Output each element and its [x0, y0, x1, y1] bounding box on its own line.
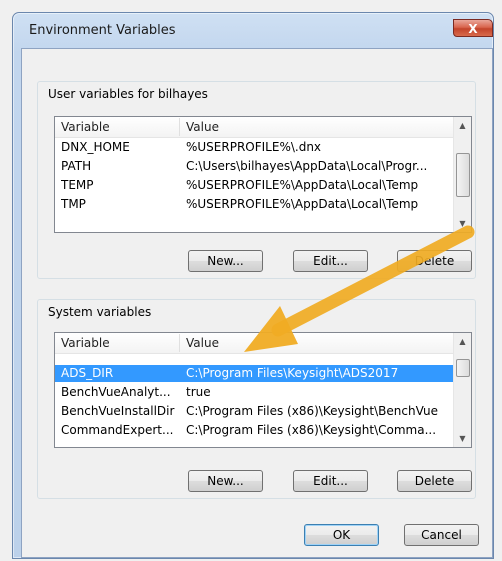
scroll-up-icon[interactable]: ▲: [454, 117, 471, 134]
scrollbar-thumb[interactable]: [456, 359, 470, 377]
column-header-value[interactable]: Value: [186, 336, 219, 350]
table-row[interactable]: TMP %USERPROFILE%\AppData\Local\Temp: [55, 196, 453, 213]
table-row[interactable]: PATH C:\Users\bilhayes\AppData\Local\Pro…: [55, 158, 453, 175]
variable-value: %USERPROFILE%\AppData\Local\Temp: [186, 197, 419, 211]
variable-value: C:\Program Files\Keysight\ADS2017: [186, 366, 399, 380]
scrollbar-thumb[interactable]: [456, 153, 470, 197]
table-row[interactable]: BenchVueInstallDir C:\Program Files (x86…: [55, 403, 453, 420]
column-header-value[interactable]: Value: [186, 120, 219, 134]
vertical-scrollbar[interactable]: ▲ ▼: [453, 117, 471, 232]
system-delete-button[interactable]: Delete: [397, 470, 472, 492]
system-new-button[interactable]: New...: [188, 470, 263, 492]
variable-value: C:\Program Files (x86)\Keysight\BenchVue: [186, 404, 438, 418]
list-header: Variable Value: [55, 333, 453, 354]
scroll-down-icon[interactable]: ▼: [454, 215, 471, 232]
system-variables-list[interactable]: Variable Value ADS_DIR C:\Program Files\…: [54, 332, 472, 448]
variable-value: true: [186, 385, 211, 399]
vertical-scrollbar[interactable]: ▲ ▼: [453, 333, 471, 447]
variable-name: ADS_DIR: [61, 366, 114, 380]
variable-value: C:\Program Files (x86)\Keysight\Comma...: [186, 423, 437, 437]
system-variables-label: System variables: [48, 305, 152, 319]
table-row[interactable]: TEMP %USERPROFILE%\AppData\Local\Temp: [55, 177, 453, 194]
column-divider[interactable]: [179, 334, 180, 352]
variable-value: %USERPROFILE%\.dnx: [186, 140, 322, 154]
variable-name: PATH: [61, 159, 92, 173]
table-row[interactable]: DNX_HOME %USERPROFILE%\.dnx: [55, 139, 453, 156]
dialog-title: Environment Variables: [29, 23, 176, 38]
scroll-down-icon[interactable]: ▼: [454, 430, 471, 447]
variable-name: TMP: [61, 197, 86, 211]
close-button[interactable]: X: [453, 19, 493, 37]
ok-button[interactable]: OK: [304, 524, 379, 546]
variable-value: C:\Users\bilhayes\AppData\Local\Progr...: [186, 159, 428, 173]
variable-name: BenchVueInstallDir: [61, 404, 175, 418]
variable-name: BenchVueAnalyt...: [61, 385, 171, 399]
column-header-variable[interactable]: Variable: [61, 336, 110, 350]
variable-name: TEMP: [61, 178, 94, 192]
user-edit-button[interactable]: Edit...: [293, 250, 368, 272]
user-delete-button[interactable]: Delete: [397, 250, 472, 272]
dialog-window: Environment Variables X User variables f…: [12, 12, 494, 559]
variable-name: DNX_HOME: [61, 140, 130, 154]
variable-value: %USERPROFILE%\AppData\Local\Temp: [186, 178, 419, 192]
table-row[interactable]: CommandExpert... C:\Program Files (x86)\…: [55, 422, 453, 439]
dialog-client-area: User variables for bilhayes Variable Val…: [21, 48, 493, 558]
system-edit-button[interactable]: Edit...: [293, 470, 368, 492]
column-divider[interactable]: [179, 118, 180, 136]
list-header: Variable Value: [55, 117, 453, 138]
user-new-button[interactable]: New...: [188, 250, 263, 272]
variable-name: CommandExpert...: [61, 423, 174, 437]
table-row[interactable]: BenchVueAnalyt... true: [55, 384, 453, 401]
column-header-variable[interactable]: Variable: [61, 120, 110, 134]
scroll-up-icon[interactable]: ▲: [454, 333, 471, 350]
user-variables-list[interactable]: Variable Value DNX_HOME %USERPROFILE%\.d…: [54, 116, 472, 233]
table-row-selected[interactable]: ADS_DIR C:\Program Files\Keysight\ADS201…: [55, 365, 453, 382]
cancel-button[interactable]: Cancel: [404, 524, 479, 546]
user-variables-label: User variables for bilhayes: [48, 87, 208, 101]
